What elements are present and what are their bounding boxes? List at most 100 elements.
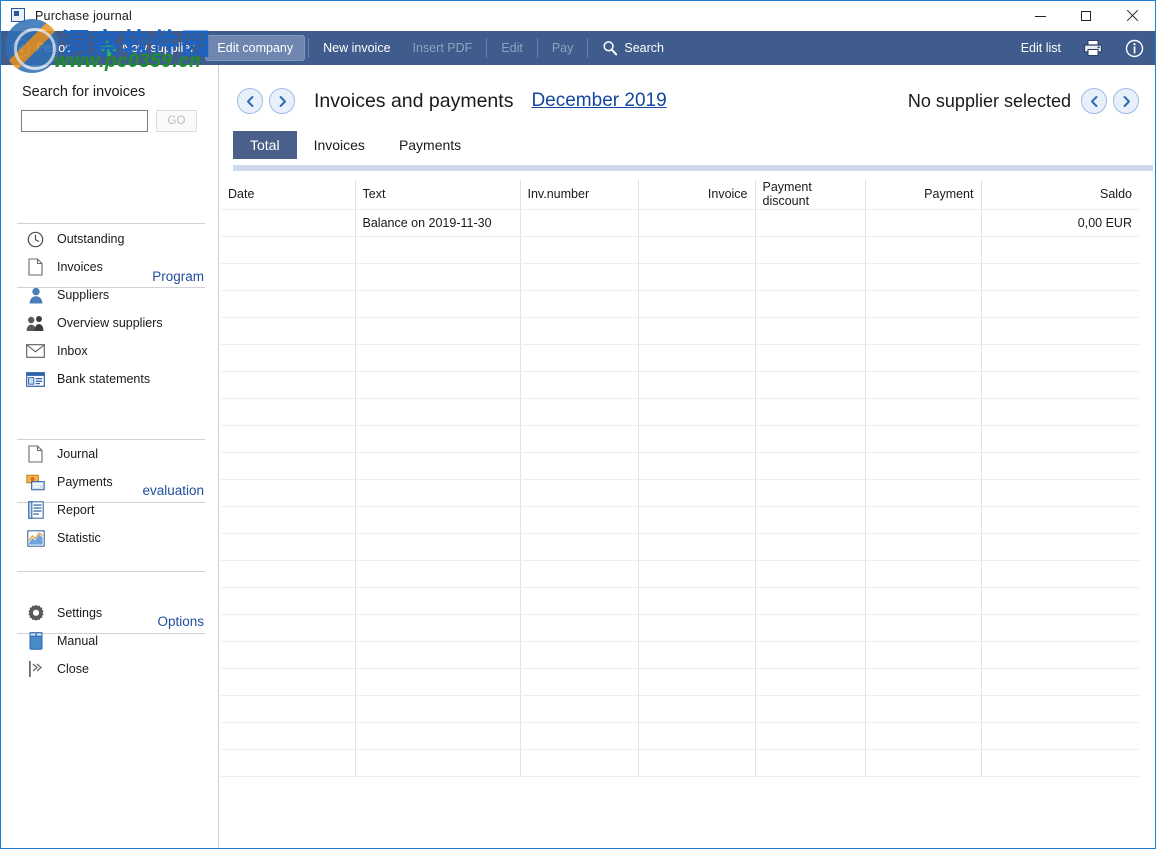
maximize-button[interactable] bbox=[1063, 1, 1109, 31]
toolbar-print[interactable] bbox=[1072, 36, 1114, 60]
go-button[interactable]: GO bbox=[156, 110, 197, 132]
cell-empty bbox=[864, 263, 981, 291]
cell-empty bbox=[519, 263, 638, 291]
sidebar-item-inbox[interactable]: Inbox bbox=[26, 340, 88, 362]
column-header-invoice[interactable]: Invoice bbox=[637, 180, 755, 210]
table-row-empty[interactable] bbox=[221, 344, 1139, 372]
toolbar-new-supplier[interactable]: New supplier bbox=[90, 36, 205, 60]
sidebar-item-bank-statements[interactable]: Bank statements bbox=[26, 368, 150, 390]
sidebar-item-report[interactable]: Report bbox=[26, 499, 95, 521]
cell-empty bbox=[519, 236, 638, 264]
column-header-text[interactable]: Text bbox=[354, 180, 520, 210]
column-header-date[interactable]: Date bbox=[221, 180, 355, 210]
column-header-payment[interactable]: Payment bbox=[864, 180, 981, 210]
toolbar-info[interactable] bbox=[1114, 36, 1155, 60]
toolbar-new-invoice[interactable]: New invoice bbox=[312, 36, 401, 60]
table-row-empty[interactable] bbox=[221, 695, 1139, 723]
sidebar-item-label: Statistic bbox=[57, 531, 101, 545]
period-link[interactable]: December 2019 bbox=[531, 90, 666, 112]
sidebar-item-payments[interactable]: Payments bbox=[26, 471, 113, 493]
cell-empty bbox=[221, 641, 355, 669]
next-period-button[interactable] bbox=[269, 88, 295, 114]
toolbar-search[interactable]: Search bbox=[591, 36, 675, 60]
cell-empty bbox=[754, 236, 865, 264]
main-content: Invoices and payments December 2019 No s… bbox=[220, 65, 1155, 848]
table-row-empty[interactable] bbox=[221, 236, 1139, 264]
invoices-table-container[interactable]: Date Text Inv.number Invoice Payment discoun… bbox=[220, 180, 1155, 848]
cell-empty bbox=[980, 722, 1139, 750]
table-row-empty[interactable] bbox=[221, 614, 1139, 642]
toolbar-period[interactable]: Period bbox=[1, 36, 83, 60]
column-header-saldo[interactable]: Saldo bbox=[980, 180, 1139, 210]
tab-bar: Total Invoices Payments bbox=[233, 131, 478, 159]
table-row-empty[interactable] bbox=[221, 749, 1139, 777]
table-row-empty[interactable] bbox=[221, 452, 1139, 480]
report-icon bbox=[26, 501, 45, 520]
tab-total[interactable]: Total bbox=[233, 131, 297, 159]
sidebar-item-manual[interactable]: Manual bbox=[26, 630, 98, 652]
tab-invoices[interactable]: Invoices bbox=[297, 131, 382, 159]
cell-empty bbox=[754, 587, 865, 615]
sidebar-item-suppliers[interactable]: Suppliers bbox=[26, 284, 109, 306]
sidebar-item-settings[interactable]: Settings bbox=[26, 602, 102, 624]
prev-supplier-button[interactable] bbox=[1081, 88, 1107, 114]
table-header: Date Text Inv.number Invoice Payment discoun… bbox=[221, 180, 1139, 210]
column-header-payment_discount[interactable]: Payment discount bbox=[754, 180, 865, 210]
cell-empty bbox=[637, 398, 755, 426]
sidebar-item-label: Bank statements bbox=[57, 372, 151, 386]
cell-empty bbox=[864, 587, 981, 615]
table-row-empty[interactable] bbox=[221, 317, 1139, 345]
table-row-empty[interactable] bbox=[221, 722, 1139, 750]
sidebar-item-invoices[interactable]: Invoices bbox=[26, 256, 103, 278]
section-heading-program: Program bbox=[152, 269, 204, 284]
cell-empty bbox=[980, 290, 1139, 318]
minimize-button[interactable] bbox=[1017, 1, 1063, 31]
table-row-empty[interactable] bbox=[221, 506, 1139, 534]
toolbar-search-label: Search bbox=[624, 41, 664, 55]
column-header-inv_number[interactable]: Inv.number bbox=[519, 180, 638, 210]
table-row-empty[interactable] bbox=[221, 371, 1139, 399]
table-row-empty[interactable] bbox=[221, 587, 1139, 615]
cell-empty bbox=[221, 236, 355, 264]
tab-payments[interactable]: Payments bbox=[382, 131, 478, 159]
sidebar-item-statistic[interactable]: Statistic bbox=[26, 527, 101, 549]
sidebar-item-label: Invoices bbox=[57, 260, 103, 274]
cell-empty bbox=[354, 479, 520, 507]
table-header-row: Date Text Inv.number Invoice Payment discoun… bbox=[221, 180, 1139, 210]
table-row-empty[interactable] bbox=[221, 533, 1139, 561]
sidebar-item-overview-suppliers[interactable]: Overview suppliers bbox=[26, 312, 163, 334]
search-input[interactable] bbox=[21, 110, 148, 132]
cell-empty bbox=[637, 614, 755, 642]
table-row-empty[interactable] bbox=[221, 398, 1139, 426]
cell-empty bbox=[980, 425, 1139, 453]
table-row-empty[interactable] bbox=[221, 290, 1139, 318]
table-row-empty[interactable] bbox=[221, 668, 1139, 696]
cell-empty bbox=[354, 317, 520, 345]
table-row-empty[interactable] bbox=[221, 560, 1139, 588]
table-row-empty[interactable] bbox=[221, 641, 1139, 669]
cell-empty bbox=[221, 479, 355, 507]
window-title: Purchase journal bbox=[35, 9, 133, 23]
prev-period-button[interactable] bbox=[237, 88, 263, 114]
sidebar-item-close[interactable]: Close bbox=[26, 658, 89, 680]
sidebar-item-journal[interactable]: Journal bbox=[26, 443, 98, 465]
next-supplier-button[interactable] bbox=[1113, 88, 1139, 114]
cell-inv_number bbox=[519, 209, 638, 237]
plus-icon bbox=[101, 40, 117, 56]
cell-empty bbox=[637, 695, 755, 723]
envelope-icon bbox=[26, 342, 45, 361]
table-row[interactable]: Balance on 2019-11-30 0,00 EUR bbox=[221, 209, 1139, 237]
table-row-empty[interactable] bbox=[221, 425, 1139, 453]
toolbar-divider bbox=[587, 38, 589, 58]
cell-empty bbox=[637, 317, 755, 345]
sidebar: Search for invoices GO Program Outstandi… bbox=[2, 65, 219, 848]
table-row-empty[interactable] bbox=[221, 479, 1139, 507]
close-button[interactable] bbox=[1109, 1, 1155, 31]
sidebar-item-label: Suppliers bbox=[57, 288, 110, 302]
toolbar-edit-company[interactable]: Edit company bbox=[205, 35, 306, 61]
toolbar-edit-list[interactable]: Edit list bbox=[1010, 36, 1072, 60]
cell-empty bbox=[221, 452, 355, 480]
table-row-empty[interactable] bbox=[221, 263, 1139, 291]
cell-empty bbox=[519, 722, 638, 750]
sidebar-item-outstanding[interactable]: Outstanding bbox=[26, 228, 124, 250]
